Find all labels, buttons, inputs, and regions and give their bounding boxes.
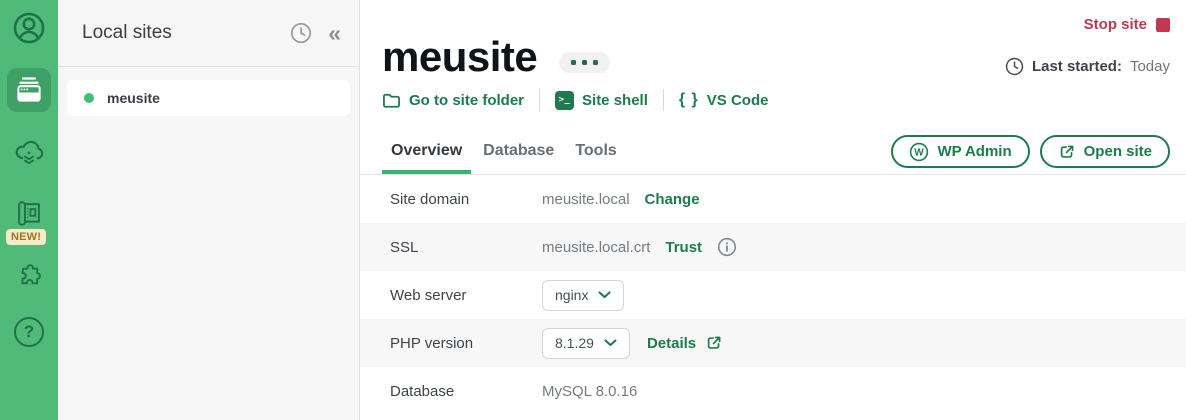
question-icon: ? [14, 317, 44, 347]
tab-tools[interactable]: Tools [566, 142, 625, 174]
site-options-menu-button[interactable] [559, 51, 611, 73]
php-version-value: 8.1.29 [555, 335, 594, 352]
clock-icon [1005, 57, 1024, 76]
external-link-icon [1058, 143, 1076, 161]
database-label: Database [390, 382, 455, 400]
web-server-value: nginx [555, 287, 589, 304]
site-shell-label: Site shell [582, 91, 648, 109]
php-version-label: PHP version [390, 334, 474, 352]
php-version-dropdown[interactable]: 8.1.29 [542, 327, 630, 359]
web-server-label: Web server [390, 286, 467, 304]
site-overview-main: Stop site Last started: Today meusite Go… [360, 0, 1186, 420]
header-buttons: W WP Admin Open site [891, 135, 1170, 169]
wordpress-icon: W [909, 142, 929, 162]
last-started-status: Last started: Today [1005, 57, 1170, 76]
last-started-label: Last started: [1031, 58, 1122, 75]
panel-header: Local sites « [58, 0, 359, 67]
open-site-button[interactable]: Open site [1039, 135, 1170, 169]
tabs-bar: Overview Database Tools W WP Admin Open … [360, 131, 1186, 176]
tab-database[interactable]: Database [474, 142, 563, 174]
table-row-web-server: Web server nginx [360, 271, 1186, 319]
terminal-icon: >_ [555, 90, 575, 110]
php-details-link[interactable]: Details [647, 335, 696, 352]
site-list: meusite [58, 67, 359, 129]
page-title: meusite [382, 33, 538, 80]
stop-square-icon [1156, 17, 1170, 32]
ssl-info-icon[interactable] [717, 237, 737, 257]
sites-window-icon [12, 73, 46, 107]
panel-title: Local sites [82, 22, 172, 43]
svg-text:W: W [915, 147, 925, 158]
sidebar-item-help[interactable]: ? [7, 310, 51, 354]
ssl-cert-value: meusite.local.crt [542, 238, 651, 256]
chevron-down-icon [604, 339, 617, 347]
web-server-dropdown[interactable]: nginx [542, 279, 625, 311]
table-row-site-domain: Site domain meusite.local Change [360, 175, 1186, 223]
local-sites-panel: Local sites « meusite [58, 0, 360, 420]
site-settings-table: Site domain meusite.local Change SSL meu… [360, 175, 1186, 415]
last-started-value: Today [1129, 58, 1170, 75]
divider [662, 89, 664, 112]
chevron-down-icon [598, 291, 612, 299]
cloud-backups-icon [11, 134, 47, 170]
braces-icon: { } [678, 91, 699, 109]
database-value: MySQL 8.0.16 [542, 382, 638, 400]
site-running-status-dot [84, 93, 94, 103]
blueprint-icon [11, 196, 47, 232]
puzzle-icon [11, 258, 47, 294]
site-shell-link[interactable]: >_ Site shell [555, 90, 648, 110]
site-domain-label: Site domain [390, 190, 470, 208]
sidebar-item-local-sites[interactable] [7, 68, 51, 112]
site-name-label: meusite [107, 90, 160, 106]
new-badge: NEW! [6, 229, 47, 245]
vs-code-link[interactable]: { } VS Code [679, 91, 769, 109]
table-row-database: Database MySQL 8.0.16 [360, 367, 1186, 415]
sidebar-item-cloud-backups[interactable] [7, 130, 51, 174]
folder-icon [382, 92, 401, 109]
site-list-item-meusite[interactable]: meusite [67, 80, 350, 116]
avatar-icon [10, 9, 48, 47]
trust-ssl-link[interactable]: Trust [665, 239, 702, 256]
stop-site-button[interactable]: Stop site [1084, 16, 1170, 33]
divider [539, 89, 541, 112]
app-sidebar: NEW! ? [0, 0, 58, 420]
external-link-icon[interactable] [705, 334, 723, 352]
wp-admin-button[interactable]: W WP Admin [891, 135, 1030, 169]
go-to-site-folder-label: Go to site folder [409, 91, 525, 109]
ellipsis-icon [571, 59, 577, 65]
stop-site-label: Stop site [1083, 16, 1147, 33]
go-to-site-folder-link[interactable]: Go to site folder [382, 92, 524, 109]
wp-admin-label: WP Admin [937, 143, 1012, 161]
vs-code-label: VS Code [706, 91, 769, 109]
table-row-php-version: PHP version 8.1.29 Details [360, 319, 1186, 368]
ssl-label: SSL [390, 238, 419, 256]
history-clock-icon[interactable] [290, 22, 312, 44]
change-domain-link[interactable]: Change [645, 191, 700, 208]
site-quick-actions: Go to site folder >_ Site shell { } VS C… [382, 89, 1186, 112]
sidebar-item-add-ons[interactable] [7, 254, 51, 298]
sidebar-item-blueprints[interactable]: NEW! [6, 192, 51, 245]
site-domain-value: meusite.local [542, 190, 630, 208]
table-row-ssl: SSL meusite.local.crt Trust [360, 223, 1186, 272]
tab-overview[interactable]: Overview [382, 142, 472, 175]
open-site-label: Open site [1083, 143, 1152, 161]
collapse-panel-icon[interactable]: « [328, 21, 341, 45]
sidebar-item-account[interactable] [7, 6, 51, 50]
